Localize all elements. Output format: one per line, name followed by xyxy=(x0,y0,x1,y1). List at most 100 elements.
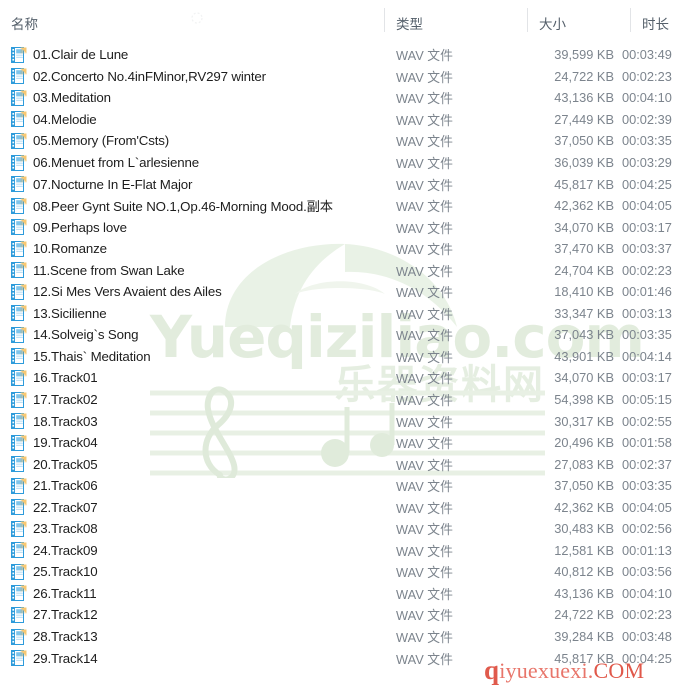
file-name-cell[interactable]: 16.Track01 xyxy=(11,367,98,389)
file-row[interactable]: 16.Track01 WAV 文件 34,070 KB 00:03:17 xyxy=(0,367,700,389)
file-duration-cell: 00:02:23 xyxy=(622,607,672,623)
file-name-cell[interactable]: 21.Track06 xyxy=(11,475,98,497)
file-name-cell[interactable]: 18.Track03 xyxy=(11,410,98,432)
file-row[interactable]: 21.Track06 WAV 文件 37,050 KB 00:03:35 xyxy=(0,475,700,497)
file-name-cell[interactable]: 27.Track12 xyxy=(11,604,98,626)
column-header-type[interactable]: 类型 xyxy=(396,13,423,33)
file-name-cell[interactable]: 14.Solveig`s Song xyxy=(11,324,139,346)
file-name-label: 11.Scene from Swan Lake xyxy=(33,262,185,278)
file-type-cell: WAV 文件 xyxy=(396,543,453,559)
column-divider-3[interactable] xyxy=(630,8,631,32)
file-name-cell[interactable]: 10.Romanze xyxy=(11,238,107,260)
file-row[interactable]: 28.Track13 WAV 文件 39,284 KB 00:03:48 xyxy=(0,626,700,648)
file-row[interactable]: 11.Scene from Swan Lake WAV 文件 24,704 KB 00… xyxy=(0,259,700,281)
file-name-label: 24.Track09 xyxy=(33,542,98,558)
wav-file-icon xyxy=(11,413,27,430)
column-header-name[interactable]: 名称 xyxy=(11,13,38,33)
file-name-label: 07.Nocturne In E-Flat Major xyxy=(33,176,193,192)
file-row[interactable]: 13.Sicilienne WAV 文件 33,347 KB 00:03:13 xyxy=(0,303,700,325)
file-name-cell[interactable]: 04.Melodie xyxy=(11,109,97,131)
file-row[interactable]: 24.Track09 WAV 文件 12,581 KB 00:01:13 xyxy=(0,540,700,562)
file-name-cell[interactable]: 06.Menuet from L`arlesienne xyxy=(11,152,199,174)
file-name-cell[interactable]: 01.Clair de Lune xyxy=(11,44,128,66)
file-row[interactable]: 27.Track12 WAV 文件 24,722 KB 00:02:23 xyxy=(0,604,700,626)
wav-file-icon xyxy=(11,111,27,128)
file-row[interactable]: 01.Clair de Lune WAV 文件 39,599 KB 00:03:49 xyxy=(0,44,700,66)
column-divider-1[interactable] xyxy=(384,8,385,32)
file-row[interactable]: 29.Track14 WAV 文件 45,817 KB 00:04:25 xyxy=(0,647,700,669)
file-name-cell[interactable]: 03.Meditation xyxy=(11,87,111,109)
file-name-cell[interactable]: 28.Track13 xyxy=(11,626,98,648)
file-name-label: 23.Track08 xyxy=(33,521,98,537)
file-name-cell[interactable]: 11.Scene from Swan Lake xyxy=(11,259,185,281)
file-row[interactable]: 12.Si Mes Vers Avaient des Ailes WAV 文件 18… xyxy=(0,281,700,303)
wav-file-icon xyxy=(11,650,27,667)
file-row[interactable]: 26.Track11 WAV 文件 43,136 KB 00:04:10 xyxy=(0,583,700,605)
file-duration-cell: 00:03:17 xyxy=(622,219,672,235)
file-name-label: 19.Track04 xyxy=(33,435,98,451)
file-name-cell[interactable]: 05.Memory (From'Csts) xyxy=(11,130,169,152)
file-duration-cell: 00:04:05 xyxy=(622,198,672,214)
file-name-cell[interactable]: 19.Track04 xyxy=(11,432,98,454)
wav-file-icon xyxy=(11,348,27,365)
file-list: 01.Clair de Lune WAV 文件 39,599 KB 00:03:49 … xyxy=(0,44,700,669)
column-header-duration[interactable]: 时长 xyxy=(642,13,669,33)
column-header-size[interactable]: 大小 xyxy=(539,13,566,33)
file-name-cell[interactable]: 23.Track08 xyxy=(11,518,98,540)
file-name-cell[interactable]: 17.Track02 xyxy=(11,389,98,411)
file-size-cell: 45,817 KB xyxy=(554,176,614,192)
file-name-label: 06.Menuet from L`arlesienne xyxy=(33,155,199,170)
file-name-cell[interactable]: 26.Track11 xyxy=(11,583,97,605)
file-row[interactable]: 17.Track02 WAV 文件 54,398 KB 00:05:15 xyxy=(0,389,700,411)
file-row[interactable]: 09.Perhaps love WAV 文件 34,070 KB 00:03:17 xyxy=(0,216,700,238)
file-name-cell[interactable]: 20.Track05 xyxy=(11,453,98,475)
file-size-cell: 40,812 KB xyxy=(554,564,614,580)
file-row[interactable]: 23.Track08 WAV 文件 30,483 KB 00:02:56 xyxy=(0,518,700,540)
file-size-cell: 54,398 KB xyxy=(554,392,614,408)
file-row[interactable]: 04.Melodie WAV 文件 27,449 KB 00:02:39 xyxy=(0,109,700,131)
file-name-label: 28.Track13 xyxy=(33,629,98,645)
file-name-cell[interactable]: 13.Sicilienne xyxy=(11,303,107,325)
file-name-label: 13.Sicilienne xyxy=(33,305,107,321)
file-size-cell: 37,043 KB xyxy=(554,327,614,343)
wav-file-icon xyxy=(11,369,27,386)
file-duration-cell: 00:04:14 xyxy=(622,348,672,364)
file-name-cell[interactable]: 29.Track14 xyxy=(11,647,98,669)
file-row[interactable]: 25.Track10 WAV 文件 40,812 KB 00:03:56 xyxy=(0,561,700,583)
file-row[interactable]: 03.Meditation WAV 文件 43,136 KB 00:04:10 xyxy=(0,87,700,109)
file-row[interactable]: 07.Nocturne In E-Flat Major WAV 文件 45,817 … xyxy=(0,173,700,195)
column-divider-2[interactable] xyxy=(527,8,528,32)
wav-file-icon xyxy=(11,89,27,106)
wav-file-icon xyxy=(11,628,27,645)
file-type-cell: WAV 文件 xyxy=(396,651,453,667)
file-row[interactable]: 20.Track05 WAV 文件 27,083 KB 00:02:37 xyxy=(0,453,700,475)
file-duration-cell: 00:05:15 xyxy=(622,392,672,408)
file-row[interactable]: 19.Track04 WAV 文件 20,496 KB 00:01:58 xyxy=(0,432,700,454)
file-row[interactable]: 14.Solveig`s Song WAV 文件 37,043 KB 00:03:35 xyxy=(0,324,700,346)
file-size-cell: 39,599 KB xyxy=(554,47,614,63)
file-name-cell[interactable]: 08.Peer Gynt Suite NO.1,Op.46-Morning Mo… xyxy=(11,195,333,217)
file-row[interactable]: 10.Romanze WAV 文件 37,470 KB 00:03:37 xyxy=(0,238,700,260)
wav-file-icon xyxy=(11,176,27,193)
file-name-cell[interactable]: 24.Track09 xyxy=(11,540,98,562)
file-name-cell[interactable]: 02.Concerto No.4inFMinor,RV297 winter xyxy=(11,66,266,88)
file-name-cell[interactable]: 09.Perhaps love xyxy=(11,216,127,238)
file-duration-cell: 00:03:48 xyxy=(622,629,672,645)
file-type-cell: WAV 文件 xyxy=(396,371,453,387)
file-row[interactable]: 02.Concerto No.4inFMinor,RV297 winter WAV… xyxy=(0,66,700,88)
file-duration-cell: 00:03:35 xyxy=(622,133,672,149)
file-row[interactable]: 08.Peer Gynt Suite NO.1,Op.46-Morning Mo… xyxy=(0,195,700,217)
file-name-label: 02.Concerto No.4inFMinor,RV297 winter xyxy=(33,68,266,84)
file-size-cell: 24,722 KB xyxy=(554,607,614,623)
file-row[interactable]: 06.Menuet from L`arlesienne WAV 文件 36,039 … xyxy=(0,152,700,174)
file-name-cell[interactable]: 22.Track07 xyxy=(11,496,98,518)
file-name-label: 08.Peer Gynt Suite NO.1,Op.46-Morning Mo… xyxy=(33,199,333,215)
file-name-cell[interactable]: 15.Thais` Meditation xyxy=(11,346,151,368)
file-name-cell[interactable]: 25.Track10 xyxy=(11,561,98,583)
file-row[interactable]: 22.Track07 WAV 文件 42,362 KB 00:04:05 xyxy=(0,496,700,518)
file-name-cell[interactable]: 07.Nocturne In E-Flat Major xyxy=(11,173,192,195)
file-name-cell[interactable]: 12.Si Mes Vers Avaient des Ailes xyxy=(11,281,222,303)
file-row[interactable]: 05.Memory (From'Csts) WAV 文件 37,050 KB 00:0… xyxy=(0,130,700,152)
file-row[interactable]: 18.Track03 WAV 文件 30,317 KB 00:02:55 xyxy=(0,410,700,432)
file-row[interactable]: 15.Thais` Meditation WAV 文件 43,901 KB 00:04… xyxy=(0,346,700,368)
